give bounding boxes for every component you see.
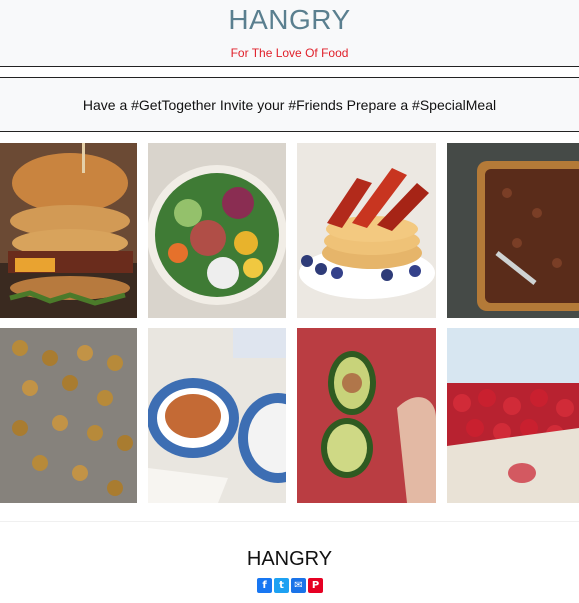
- gallery-image-strawberries[interactable]: [447, 328, 579, 503]
- gallery-image-pancakes-bacon[interactable]: [297, 143, 436, 318]
- banner: Have a #GetTogether Invite your #Friends…: [0, 78, 579, 131]
- divider: [0, 66, 579, 67]
- banner-text: Have a #GetTogether Invite your #Friends…: [82, 97, 497, 113]
- social-links: f t ✉ P: [257, 578, 323, 593]
- mail-icon[interactable]: ✉: [291, 578, 306, 593]
- footer-brand: HANGRY: [246, 548, 333, 570]
- gallery-image-salad-bowl[interactable]: [148, 143, 286, 318]
- site-footer: HANGRY f t ✉ P: [0, 522, 579, 603]
- facebook-icon[interactable]: f: [257, 578, 272, 593]
- gallery-image-tea-cup[interactable]: [148, 328, 286, 503]
- gallery-image-chocolate-cake[interactable]: [447, 143, 579, 318]
- pinterest-icon[interactable]: P: [308, 578, 323, 593]
- gallery-image-burger[interactable]: [0, 143, 137, 318]
- twitter-icon[interactable]: t: [274, 578, 289, 593]
- site-tagline: For The Love Of Food: [230, 46, 349, 60]
- gallery-image-avocado[interactable]: [297, 328, 436, 503]
- photo-gallery: [0, 143, 579, 503]
- site-title[interactable]: HANGRY: [0, 4, 579, 36]
- divider: [0, 131, 579, 132]
- site-header: HANGRY For The Love Of Food: [0, 0, 579, 67]
- gallery-image-roasted-chickpeas[interactable]: [0, 328, 137, 503]
- divider: [0, 77, 579, 78]
